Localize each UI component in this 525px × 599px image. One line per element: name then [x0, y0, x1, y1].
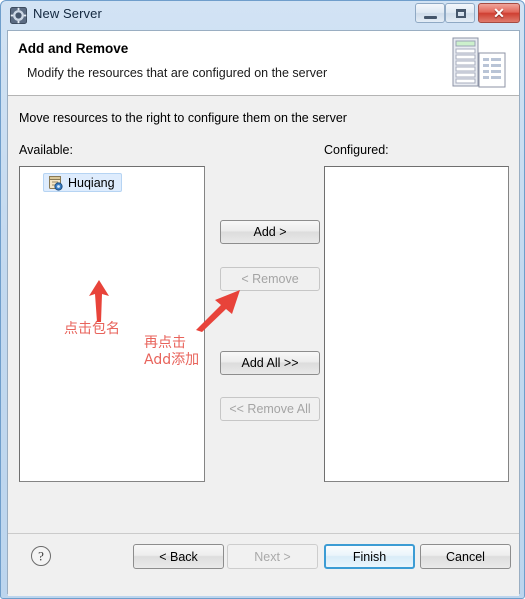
minimize-button[interactable]	[415, 3, 445, 23]
cancel-button[interactable]: Cancel	[420, 544, 511, 569]
next-button: Next >	[227, 544, 318, 569]
annotation-text-2-line2: Add添加	[144, 352, 200, 368]
window-title: New Server	[33, 6, 102, 21]
maximize-button[interactable]	[445, 3, 475, 23]
close-button[interactable]: ✕	[478, 3, 520, 23]
close-icon: ✕	[493, 4, 505, 21]
page-title: Add and Remove	[18, 41, 129, 56]
available-label: Available:	[19, 143, 73, 157]
finish-button[interactable]: Finish	[324, 544, 415, 569]
list-item-label: Huqiang	[68, 175, 115, 190]
annotation-arrow-up	[89, 280, 109, 322]
maximize-icon	[456, 9, 466, 18]
wizard-header: Add and Remove Modify the resources that…	[8, 31, 519, 96]
svg-text:?: ?	[38, 549, 44, 564]
back-button[interactable]: < Back	[133, 544, 224, 569]
server-gear-icon	[10, 7, 27, 24]
remove-all-button: << Remove All	[220, 397, 320, 421]
add-all-button[interactable]: Add All >>	[220, 351, 320, 375]
dialog-body: Add and Remove Modify the resources that…	[7, 30, 520, 596]
instruction-text: Move resources to the right to configure…	[19, 111, 347, 125]
wizard-content: Move resources to the right to configure…	[8, 96, 519, 533]
annotation-arrow-diagonal	[196, 290, 240, 332]
server-and-document-icon	[452, 37, 506, 88]
list-item[interactable]: Huqiang	[43, 173, 122, 192]
java-project-icon	[49, 175, 63, 191]
annotation-text-1: 点击包名	[64, 321, 120, 337]
page-subtitle: Modify the resources that are configured…	[27, 66, 328, 80]
help-icon[interactable]: ?	[30, 545, 52, 567]
dialog-footer: ? < Back Next > Finish Cancel	[8, 533, 519, 596]
new-server-dialog-window: New Server ✕ Add and Remove Modify the r…	[0, 0, 525, 599]
minimize-icon	[424, 16, 437, 19]
configured-listbox[interactable]	[324, 166, 509, 482]
annotation-text-2-line1: 再点击	[144, 335, 186, 351]
annotation-text-2: 再点击 Add添加	[144, 335, 199, 369]
add-button[interactable]: Add >	[220, 220, 320, 244]
configured-label: Configured:	[324, 143, 389, 157]
title-bar[interactable]: New Server ✕	[1, 1, 524, 30]
